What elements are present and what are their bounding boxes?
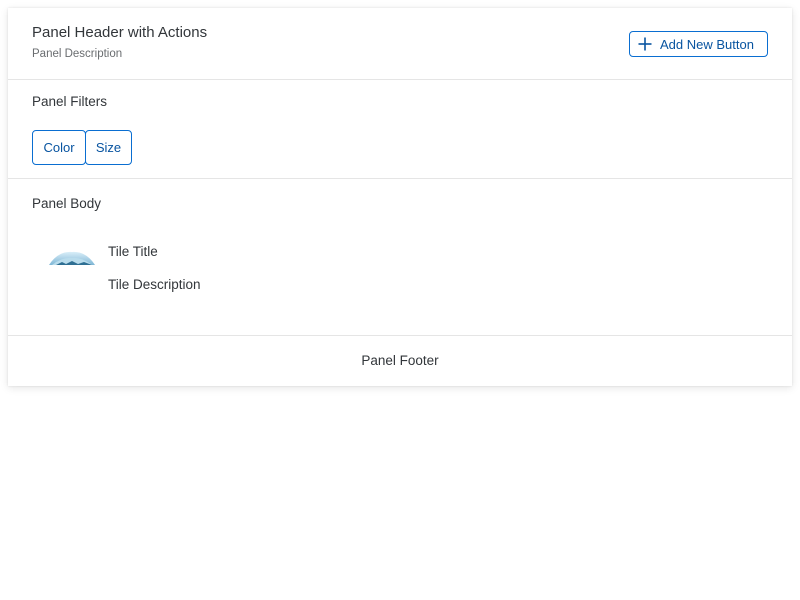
- filter-size-button[interactable]: Size: [85, 130, 132, 165]
- filter-color-button[interactable]: Color: [32, 130, 86, 165]
- panel-filters-title: Panel Filters: [32, 94, 108, 109]
- panel-body-title: Panel Body: [32, 196, 102, 211]
- panel-header-title: Panel Header with Actions: [32, 24, 208, 41]
- panel-footer: Panel Footer: [8, 336, 792, 386]
- tile-description: Tile Description: [108, 277, 201, 292]
- add-new-button[interactable]: Add New Button: [629, 31, 768, 57]
- tile[interactable]: Tile Title Tile Description: [32, 235, 332, 305]
- tile-title: Tile Title: [108, 244, 158, 259]
- panel-header: Panel Header with Actions Panel Descript…: [8, 8, 792, 80]
- panel: Panel Header with Actions Panel Descript…: [8, 8, 792, 386]
- panel-filters: Panel Filters Color Size: [8, 80, 792, 179]
- add-new-button-label: Add New Button: [660, 36, 754, 52]
- tile-image: [48, 243, 96, 267]
- panel-header-description: Panel Description: [32, 48, 123, 60]
- add-icon: [638, 37, 652, 51]
- panel-footer-text: Panel Footer: [361, 353, 439, 368]
- panel-body: Panel Body Tile Title Tile Description: [8, 179, 792, 336]
